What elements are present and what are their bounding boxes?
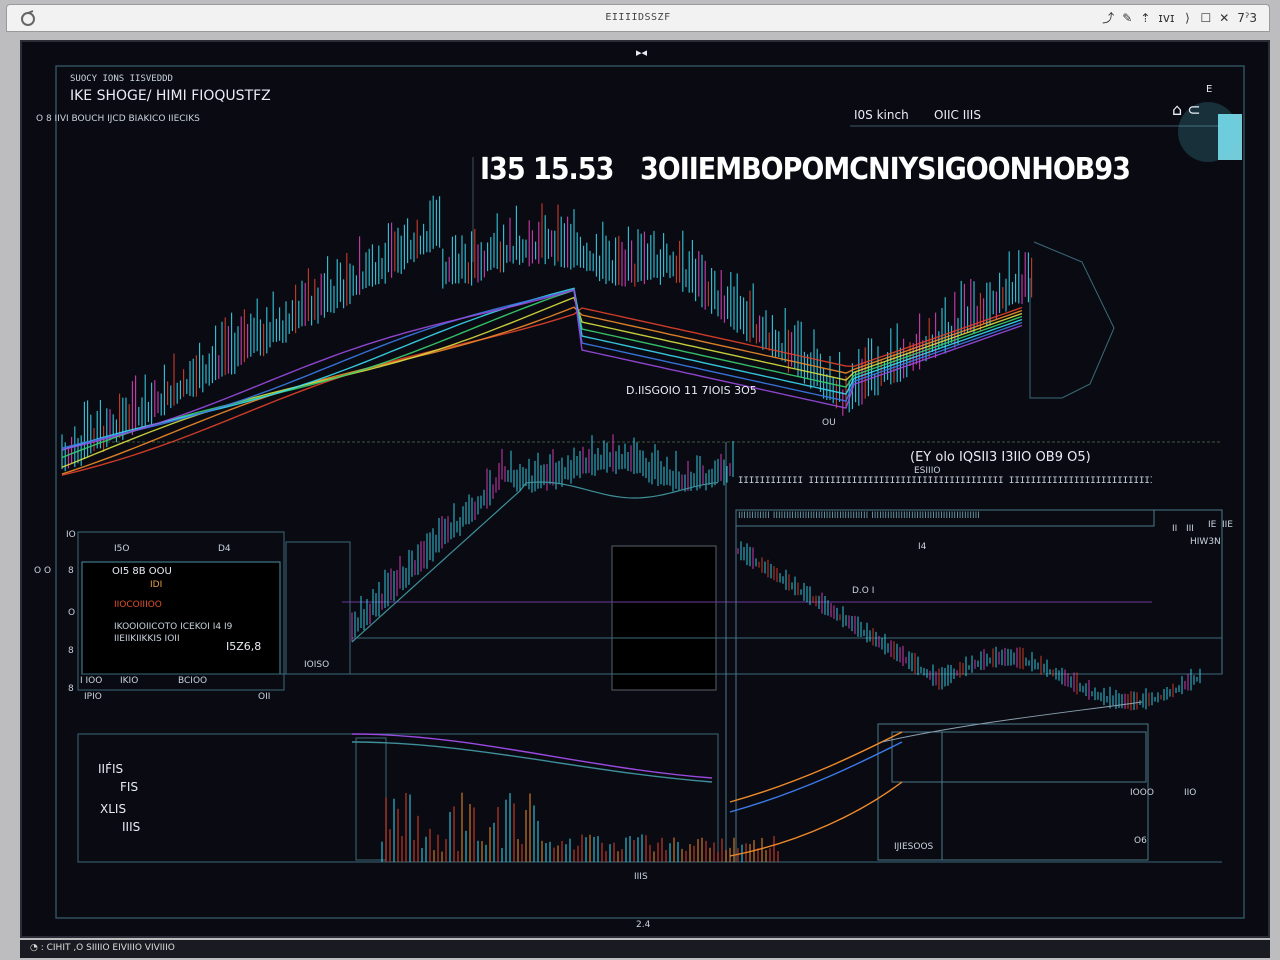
dark-box [611, 545, 717, 691]
header-line1: SUOCY IONS IISVEDDD [70, 74, 173, 84]
mid-row-text: (EY olo IQSII3 I3IIO OB9 O5) [910, 450, 1091, 465]
extra-icon[interactable]: 7ˀ3 [1237, 11, 1257, 25]
bottom-box-b [877, 723, 1149, 861]
next-icon[interactable]: ⟩ [1182, 11, 1192, 25]
info-bottom-1: I IOO [80, 676, 103, 686]
right-label-4: III [1186, 524, 1194, 534]
bottom-left-label-1: IIF́IS [98, 762, 124, 776]
redo-icon[interactable]: ⤴ [1102, 9, 1114, 26]
view-icon[interactable]: ɪvɪ [1158, 11, 1174, 25]
bottom-left-label-2: FIS [120, 780, 139, 794]
close-icon[interactable]: ✕ [1219, 11, 1229, 25]
bottom-curve [351, 733, 713, 779]
edit-icon[interactable]: ✎ [1122, 11, 1132, 25]
axis-label-2: 8 [68, 566, 74, 576]
right-label-3: II [1172, 524, 1178, 534]
right-label-2: IIE [1222, 520, 1233, 530]
bottom-center-label: IIIS [634, 872, 648, 882]
maximize-icon[interactable]: ☐ [1200, 11, 1211, 25]
bottom-curve [729, 781, 903, 857]
bottom-curve [729, 731, 903, 803]
bottom-marker: 2.4 [636, 920, 651, 930]
status-bar: ◔ : CIHIT ,O SIIIIO EIVIIIO VIVIIIO [20, 940, 1270, 958]
bottom-box-c [891, 731, 1147, 783]
window-controls: ⤴ ✎ ⇡ ɪvɪ ⟩ ☐ ✕ 7ˀ3 [1102, 9, 1257, 26]
home-icon[interactable]: ⌂ ⊂ [1172, 100, 1201, 119]
bottom-right-b: IIO [1184, 788, 1197, 798]
chart-workspace[interactable]: ▸◂ SUOCY IONS IISVEDDD IKE SHOGE/ HIMI F… [20, 40, 1270, 938]
pin-icon[interactable]: ⇡ [1140, 11, 1150, 25]
bottom-box-label: IJIESOOS [894, 842, 934, 852]
info-row5: I5Z6,8 [226, 640, 262, 653]
info-row1b: IDI [150, 580, 163, 590]
tab-a[interactable]: I0S kinch [854, 108, 909, 122]
headline-left: I35 15.53 [480, 152, 614, 187]
right-label-5: HIW3N [1190, 537, 1221, 547]
top-right-label: E [1206, 84, 1213, 95]
info-bottom-2: IKIO [120, 676, 139, 686]
header-line2: IKE SHOGE/ HIMI FIOQUSTFZ [70, 88, 271, 104]
small-box [285, 541, 351, 675]
bottom-curve [351, 741, 713, 783]
info-box-inner [81, 561, 281, 675]
mid-bar-label: IIIIIIIIIIII IIIIIIIIIIIIIIIIIIIIIIIIIII… [738, 476, 1152, 486]
headline-right: 3OIIEMBOPOMCNIYSIGOONHOB93I8 [640, 152, 1130, 187]
axis-label-1: IO [66, 530, 76, 540]
main-chart-frame [1029, 241, 1115, 399]
info-row3: IKOOIOIICOTO ICEKOI I4 I9 [114, 622, 233, 632]
right-mid-label-b: D.O I [852, 586, 875, 596]
info-row2: IIOCOIIIOO [114, 600, 162, 610]
app-window: EIIIIDSSZF ⤴ ✎ ⇡ ɪvɪ ⟩ ☐ ✕ 7ˀ3 ▸◂ SUOCY … [0, 0, 1280, 960]
outer-frame [55, 65, 1245, 919]
small-box-label: IOISO [304, 660, 330, 670]
tab-b[interactable]: OIIC IIIS [934, 108, 981, 122]
info-bottom-3: BCIOO [178, 676, 208, 686]
bottom-right-a: IOOO [1130, 788, 1154, 798]
info-row4: IIEIIKIIKKIS IOII [114, 634, 180, 644]
info-bottom2-1: IPIO [84, 692, 102, 702]
candles-group [61, 195, 1201, 862]
axis-label-3: O [68, 608, 76, 618]
main-annotation: D.IISGOIO 11 7IOIS 3O5 [626, 384, 757, 397]
bottom-left-label-3: XLIS [100, 802, 127, 816]
info-row1: OI5 8B OOU [112, 566, 172, 577]
right-label-1: IE [1208, 520, 1217, 530]
header-line3: O 8 IIVI BOUCH IJCD BIAKICO IIECIKS [36, 114, 200, 124]
window-title: EIIIIDSSZF [605, 12, 671, 23]
main-under-label: OU [822, 418, 836, 428]
mid-bar-ticks: IIIIIIIIIIII IIIIIIIIIIIIIIIIIIIIIIIIIII… [738, 511, 980, 521]
right-panel-large [735, 509, 1223, 675]
bottom-curve [881, 701, 1143, 743]
left-side-label: O O [34, 566, 52, 576]
info-top-label: I5O [114, 544, 130, 554]
right-mid-label-a: I4 [918, 542, 927, 552]
title-bar: EIIIIDSSZF ⤴ ✎ ⇡ ɪvɪ ⟩ ☐ ✕ 7ˀ3 [6, 4, 1270, 32]
bottom-curve [729, 741, 903, 813]
axis-label-4: 8 [68, 646, 74, 656]
info-top-right: D4 [218, 544, 231, 554]
mid-row-sub: ESIIIO [914, 466, 941, 476]
bottom-left-label-4: IIIS [122, 820, 141, 834]
info-bottom2-2: OII [258, 692, 271, 702]
bottom-right-c: O6 [1134, 836, 1147, 846]
axis-label-5: 8 [68, 684, 74, 694]
top-center-marker: ▸◂ [636, 46, 648, 59]
